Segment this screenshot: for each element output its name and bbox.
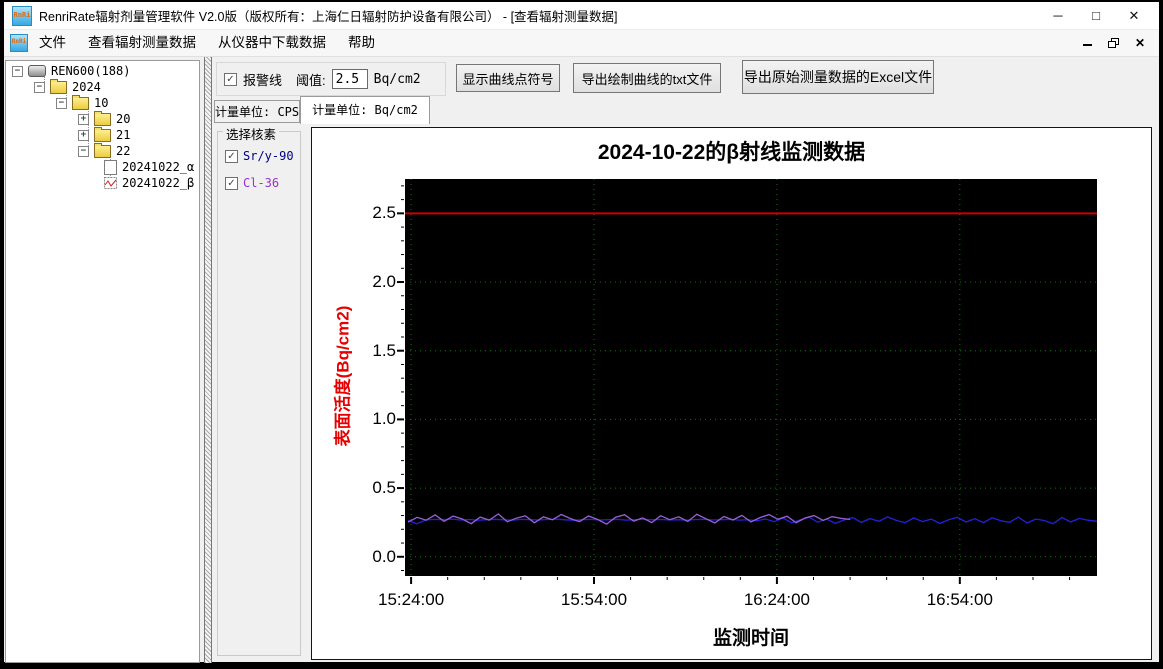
folder-icon (94, 142, 111, 158)
chart-panel: 2024-10-22的β射线监测数据 表面活度(Bq/cm2) 监测时间 0.0… (311, 127, 1152, 660)
nuclide-item-sr-y-90[interactable]: ✓ Sr/y-90 (225, 149, 294, 163)
tree-item-label: 2024 (72, 80, 101, 94)
tab-unit-bqcm2[interactable]: 计量单位: Bq/cm2 (300, 96, 430, 124)
tree-item-21[interactable]: + 21 (6, 126, 199, 143)
tree-item-22[interactable]: − 22 (6, 142, 199, 159)
tree-item-label: REN600(188) (51, 64, 131, 78)
folder-icon (72, 94, 89, 110)
menu-help[interactable]: 帮助 (337, 30, 386, 56)
export-txt-button[interactable]: 导出绘制曲线的txt文件 (573, 63, 721, 93)
panel-splitter[interactable] (204, 57, 212, 663)
alarm-settings-group: ✓ 报警线 阈值: Bq/cm2 (216, 62, 446, 96)
tree-item-2024[interactable]: − 2024 (6, 78, 199, 95)
nuclide-label: Sr/y-90 (243, 149, 294, 163)
y-tick-label: 1.5 (372, 340, 396, 360)
threshold-input[interactable] (331, 69, 368, 89)
x-tick-label: 15:24:00 (378, 590, 445, 609)
show-curve-points-button[interactable]: 显示曲线点符号 (456, 64, 560, 92)
tree-collapse-icon[interactable]: − (12, 65, 23, 77)
folder-icon (94, 110, 111, 126)
nuclide-item-cl-36[interactable]: ✓ Cl-36 (225, 176, 279, 190)
menu-view-measurement-data[interactable]: 查看辐射测量数据 (77, 30, 207, 56)
threshold-label: 阈值: (296, 72, 326, 88)
menu-download-from-device[interactable]: 从仪器中下载数据 (207, 30, 337, 56)
nuclide-label: Cl-36 (243, 176, 280, 190)
nuclide-select-group: 选择核素 ✓ Sr/y-90 ✓ Cl-36 (217, 124, 301, 656)
window-title: RenriRate辐射剂量管理软件 V2.0版（版权所有：上海仁日辐射防护设备有… (39, 10, 618, 24)
x-tick-label: 15:54:00 (560, 590, 628, 609)
menu-bar: RnRi 文件 查看辐射测量数据 从仪器中下载数据 帮助 ✕ (4, 30, 1159, 57)
tree-item-label: 21 (116, 128, 131, 142)
tree-collapse-icon[interactable]: − (34, 81, 45, 93)
alarm-line-checkbox[interactable]: ✓ (224, 72, 237, 86)
x-tick-label: 16:54:00 (926, 590, 993, 609)
tree-item-20241022-alpha[interactable]: 20241022_α (6, 159, 199, 175)
mdi-minimize-icon[interactable] (1082, 44, 1092, 46)
x-tick-label: 16:24:00 (743, 590, 810, 609)
device-tree: − REN600(188) − 2024 − 10 + 20 + 21 − 22 (5, 60, 200, 663)
mdi-close-icon[interactable]: ✕ (1135, 36, 1145, 50)
tree-item-20241022-beta[interactable]: 20241022_β (6, 175, 199, 191)
tree-collapse-icon[interactable]: − (56, 97, 67, 109)
tree-expand-icon[interactable]: + (78, 113, 89, 125)
export-excel-button[interactable]: 导出原始测量数据的Excel文件 (742, 60, 934, 94)
tree-expand-icon[interactable]: + (78, 129, 89, 141)
title-bar: RnRi RenriRate辐射剂量管理软件 V2.0版（版权所有：上海仁日辐射… (4, 2, 1159, 30)
minimize-button[interactable]: ─ (1041, 4, 1075, 28)
y-tick-label: 2.0 (372, 272, 396, 292)
app-icon: RnRi (12, 5, 32, 26)
y-tick-label: 2.5 (372, 203, 396, 223)
y-tick-label: 0.0 (372, 546, 396, 566)
chart-file-icon (104, 177, 117, 189)
threshold-unit-label: Bq/cm2 (373, 71, 421, 87)
tree-item-label: 10 (94, 96, 109, 110)
nuclide-checkbox[interactable]: ✓ (225, 176, 238, 190)
tree-item-ren600[interactable]: − REN600(188) (6, 63, 199, 79)
mdi-document-icon[interactable]: RnRi (10, 34, 28, 52)
tree-collapse-icon[interactable]: − (78, 145, 89, 157)
y-tick-label: 1.0 (372, 409, 396, 429)
tree-item-label: 20 (116, 112, 131, 126)
folder-icon (94, 126, 111, 142)
nuclide-group-title: 选择核素 (223, 124, 280, 143)
app-window: RnRi RenriRate辐射剂量管理软件 V2.0版（版权所有：上海仁日辐射… (0, 0, 1163, 669)
document-icon (104, 159, 117, 175)
mdi-restore-icon[interactable] (1107, 38, 1119, 48)
folder-icon (50, 78, 67, 94)
device-icon (28, 65, 46, 77)
tree-item-label: 20241022_α (122, 160, 195, 174)
window-border-left (0, 0, 4, 669)
menu-file[interactable]: 文件 (28, 30, 77, 56)
maximize-button[interactable]: □ (1079, 4, 1113, 28)
nuclide-checkbox[interactable]: ✓ (225, 149, 238, 163)
tree-item-label: 22 (116, 144, 131, 158)
plot-area (405, 179, 1097, 576)
tree-item-10[interactable]: − 10 (6, 94, 199, 111)
window-border-bottom (0, 662, 1163, 669)
tree-item-20[interactable]: + 20 (6, 110, 199, 127)
chart-canvas (397, 179, 1097, 584)
y-tick-label: 0.5 (372, 478, 396, 498)
window-border-right (1159, 0, 1163, 669)
tab-unit-cps[interactable]: 计量单位: CPS (214, 100, 300, 123)
tree-item-label: 20241022_β (122, 176, 195, 190)
alarm-line-label: 报警线 (243, 72, 283, 88)
x-axis-title: 监测时间 (712, 628, 790, 649)
close-button[interactable]: ✕ (1117, 4, 1151, 28)
